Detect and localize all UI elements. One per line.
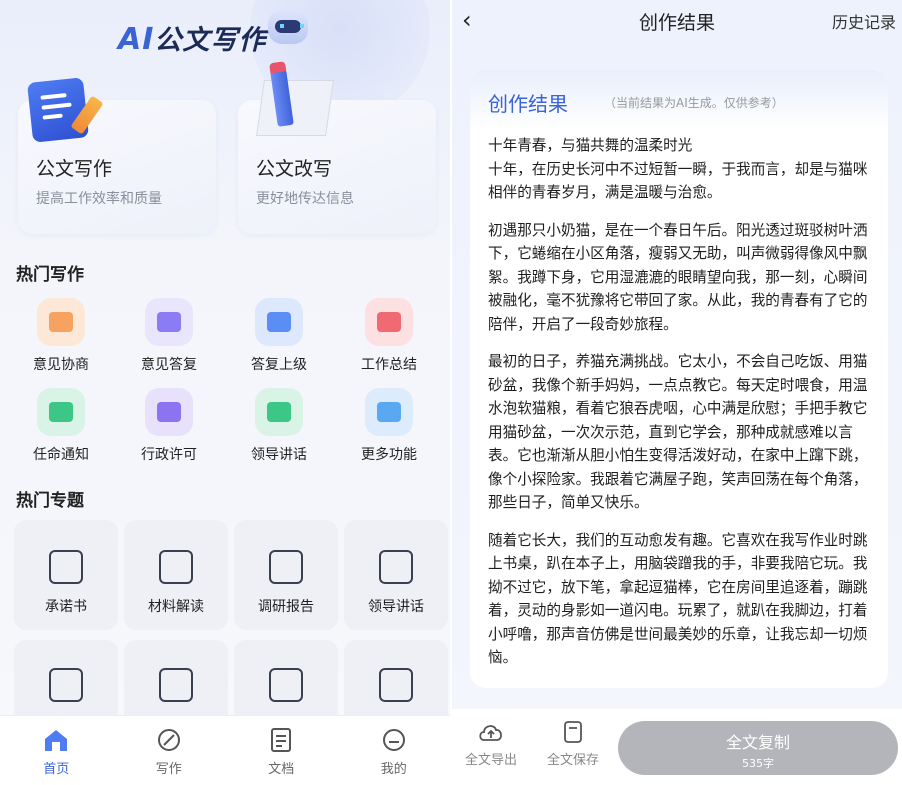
hot-topic-card[interactable]: 调研报告 — [234, 520, 338, 630]
hot-writing-item[interactable]: 任命通知 — [16, 388, 106, 464]
hot-topic-label: 调研报告 — [258, 599, 314, 615]
essay-paragraph: 最初的日子，养猫充满挑战。它太小，不会自己吃饭、用猫砂盆，我像个新手妈妈，一点点… — [488, 353, 868, 511]
hot-writing-item[interactable]: 行政许可 — [124, 388, 214, 464]
paper-icon — [256, 80, 334, 136]
cloud-icon — [145, 388, 193, 436]
logo-ai-text: AI — [118, 22, 155, 57]
app-logo: AI公文写作 — [118, 9, 309, 57]
save-label: 全文保存 — [546, 753, 599, 768]
essay-title: 十年青春，与猫共舞的温柔时光 — [488, 137, 693, 154]
result-screen: ‹ 创作结果 历史记录 创作结果 （当前结果为AI生成。仅供参考） 十年青春，与… — [452, 0, 902, 785]
announcement-bag-icon — [269, 668, 303, 702]
card-title: 公文改写 — [256, 158, 333, 180]
robot-mascot-icon — [268, 9, 309, 44]
official-rewrite-card[interactable]: 公文改写 更好地传达信息 — [238, 69, 436, 234]
essay-paragraph: 十年，在历史长河中不过短暂一瞬，于我而言，却是与猫咪相伴的青春岁月，满是温暖与治… — [488, 160, 868, 202]
export-button[interactable]: 全文导出 — [456, 721, 526, 768]
card-title: 公文写作 — [36, 158, 113, 180]
essay-paragraph: 随着它长大，我们的互动愈发有趣。它喜欢在我写作业时跳上书桌，趴在本子上，用脑袋蹭… — [488, 531, 868, 667]
hot-writing-item[interactable]: 答复上级 — [234, 298, 324, 374]
hot-topic-label: 材料解读 — [148, 599, 204, 615]
nav-write[interactable]: 写作 — [113, 716, 226, 785]
hot-writing-item[interactable]: 领导讲话 — [234, 388, 324, 464]
calendar-icon — [365, 298, 413, 346]
hot-writing-label: 工作总结 — [361, 357, 417, 373]
copy-all-button[interactable]: 全文复制 535字 — [618, 721, 898, 775]
request-edit-icon — [159, 668, 193, 702]
bottom-navigation: 首页 写作 文档 我的 — [0, 715, 450, 785]
result-text[interactable]: 十年青春，与猫共舞的温柔时光 十年，在历史长河中不过短暂一瞬，于我而言，却是与猫… — [488, 134, 873, 684]
shield-check-icon — [37, 388, 85, 436]
chat-icon — [255, 388, 303, 436]
save-button[interactable]: 全文保存 — [538, 721, 608, 768]
hot-writing-item[interactable]: 意见协商 — [16, 298, 106, 374]
nav-label: 文档 — [268, 762, 295, 777]
home-icon — [43, 728, 69, 752]
card-subtitle: 提高工作效率和质量 — [36, 191, 162, 207]
hot-writing-item[interactable]: 意见答复 — [124, 298, 214, 374]
cloud-upload-icon — [477, 721, 505, 743]
hot-writing-item[interactable]: 工作总结 — [344, 298, 434, 374]
essay-paragraph: 初遇那只小奶猫，是在一个春日午后。阳光透过斑驳树叶洒下，它蜷缩在小区角落，瘦弱又… — [488, 221, 868, 333]
briefcase-icon — [37, 298, 85, 346]
document-icon — [268, 728, 294, 752]
mail-icon — [255, 298, 303, 346]
nav-label: 首页 — [43, 762, 70, 777]
hot-writing-label: 意见答复 — [141, 357, 197, 373]
promise-badge-icon — [49, 550, 83, 584]
export-label: 全文导出 — [464, 753, 517, 768]
home-screen: AI公文写作 公文写作 提高工作效率和质量 公文改写 更好地传达信息 热门写作 … — [0, 0, 450, 785]
hot-writing-label: 行政许可 — [141, 447, 197, 463]
hot-topic-label: 承诺书 — [45, 599, 87, 615]
logo-cn-text: 公文写作 — [154, 25, 267, 56]
bulletin-icon — [379, 668, 413, 702]
profile-icon — [381, 728, 407, 752]
result-card: 创作结果 （当前结果为AI生成。仅供参考） 十年青春，与猫共舞的温柔时光 十年，… — [470, 70, 888, 688]
result-header: ‹ 创作结果 历史记录 — [452, 0, 902, 42]
hot-writing-label: 领导讲话 — [251, 447, 307, 463]
copy-label: 全文复制 — [725, 733, 790, 752]
pen-icon — [145, 298, 193, 346]
hot-topics-title: 热门专题 — [16, 491, 84, 511]
nav-mine[interactable]: 我的 — [338, 716, 451, 785]
word-count: 535字 — [742, 757, 774, 770]
nav-label: 我的 — [380, 762, 407, 777]
hot-topic-card[interactable]: 承诺书 — [14, 520, 118, 630]
nav-docs[interactable]: 文档 — [225, 716, 338, 785]
hot-writing-label: 更多功能 — [361, 447, 417, 463]
hot-topic-label: 领导讲话 — [368, 599, 424, 615]
hot-writing-item[interactable]: 更多功能 — [344, 388, 434, 464]
hot-writing-label: 任命通知 — [33, 447, 89, 463]
history-link[interactable]: 历史记录 — [832, 9, 896, 33]
compass-icon — [156, 728, 182, 752]
hot-writing-label: 答复上级 — [251, 357, 307, 373]
save-icon — [559, 721, 587, 743]
folder-icon — [365, 388, 413, 436]
report-chart-icon — [269, 550, 303, 584]
official-writing-card[interactable]: 公文写作 提高工作效率和质量 — [18, 77, 216, 234]
nav-home[interactable]: 首页 — [0, 716, 113, 785]
hot-writing-label: 意见协商 — [33, 357, 89, 373]
document-read-icon — [159, 550, 193, 584]
card-subtitle: 更好地传达信息 — [256, 191, 354, 207]
envelope-icon — [49, 668, 83, 702]
hot-writing-title: 热门写作 — [16, 265, 84, 285]
speaker-icon — [379, 550, 413, 584]
hot-topic-card[interactable]: 材料解读 — [124, 520, 228, 630]
nav-label: 写作 — [155, 762, 182, 777]
action-bar: 全文导出 全文保存 全文复制 535字 — [452, 709, 902, 785]
result-title: 创作结果 — [488, 92, 568, 116]
hot-topic-card[interactable]: 领导讲话 — [344, 520, 448, 630]
ai-disclaimer: （当前结果为AI生成。仅供参考） — [604, 96, 784, 110]
